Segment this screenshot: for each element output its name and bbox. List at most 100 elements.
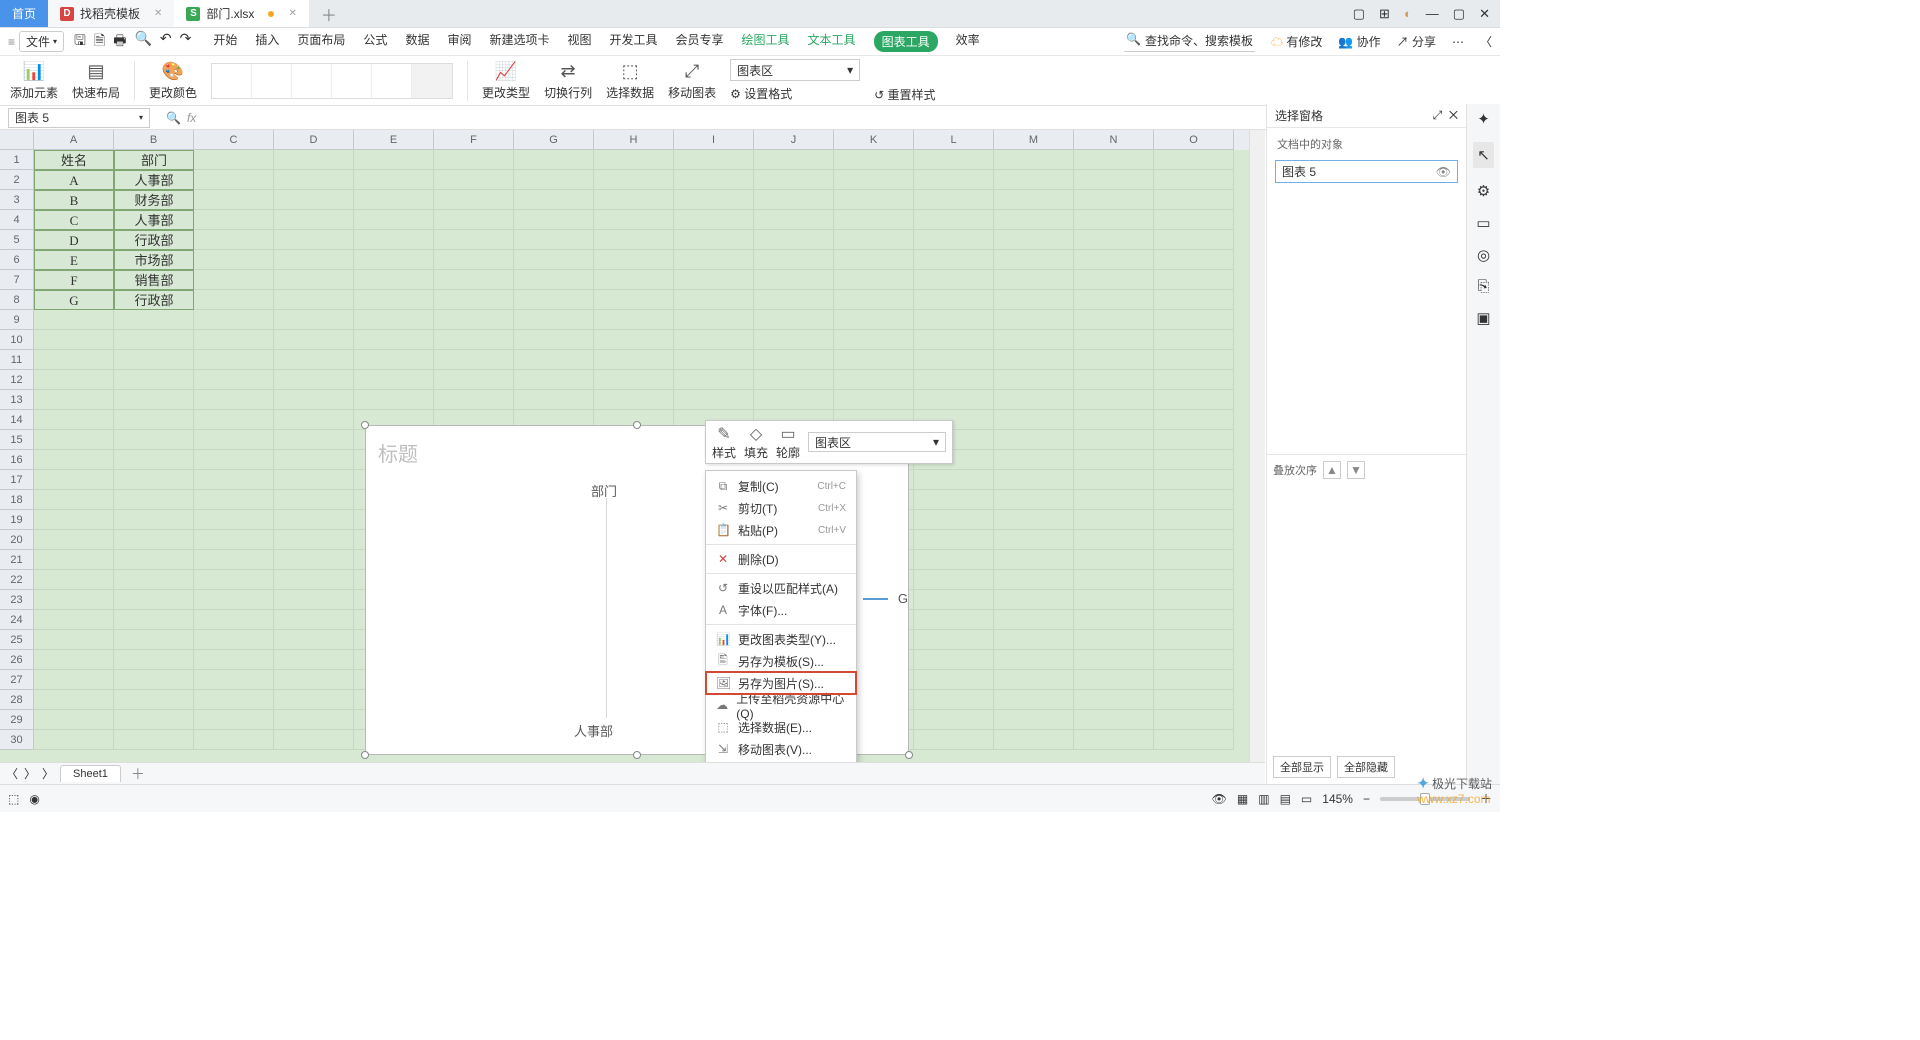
cell[interactable] bbox=[354, 310, 434, 330]
row-header[interactable]: 30 bbox=[0, 730, 34, 750]
tab-charttools[interactable]: 图表工具 bbox=[874, 31, 938, 52]
cell[interactable]: 部门 bbox=[114, 150, 194, 170]
clipboard-icon[interactable]: ▭ bbox=[1476, 214, 1490, 232]
cell[interactable] bbox=[1074, 290, 1154, 310]
cell[interactable] bbox=[1074, 450, 1154, 470]
cell[interactable] bbox=[994, 410, 1074, 430]
cell[interactable] bbox=[1074, 530, 1154, 550]
cell[interactable] bbox=[914, 590, 994, 610]
cell[interactable] bbox=[674, 330, 754, 350]
cell[interactable] bbox=[674, 250, 754, 270]
cell[interactable] bbox=[594, 170, 674, 190]
cell[interactable] bbox=[994, 530, 1074, 550]
cell[interactable] bbox=[194, 350, 274, 370]
search-input[interactable]: 🔍查找命令、搜索模板 bbox=[1124, 32, 1255, 52]
cell[interactable] bbox=[274, 490, 354, 510]
cell[interactable] bbox=[194, 610, 274, 630]
cell[interactable] bbox=[834, 210, 914, 230]
cell[interactable] bbox=[194, 710, 274, 730]
cell[interactable] bbox=[914, 470, 994, 490]
col-header[interactable]: E bbox=[354, 130, 434, 150]
cell[interactable] bbox=[354, 270, 434, 290]
cell[interactable] bbox=[114, 630, 194, 650]
cell[interactable] bbox=[34, 710, 114, 730]
cell[interactable] bbox=[914, 550, 994, 570]
menu-item[interactable]: ☁上传至稻壳资源中心(Q) bbox=[706, 694, 856, 716]
cell[interactable] bbox=[1154, 350, 1234, 370]
cell[interactable] bbox=[914, 190, 994, 210]
cell[interactable] bbox=[194, 650, 274, 670]
cell[interactable] bbox=[594, 270, 674, 290]
cell[interactable] bbox=[1154, 290, 1234, 310]
cell[interactable] bbox=[914, 570, 994, 590]
cell[interactable] bbox=[514, 210, 594, 230]
cell[interactable] bbox=[194, 290, 274, 310]
cell[interactable] bbox=[194, 590, 274, 610]
cell[interactable] bbox=[834, 370, 914, 390]
cell[interactable] bbox=[274, 350, 354, 370]
cell[interactable] bbox=[834, 170, 914, 190]
backup-icon[interactable]: ▣ bbox=[1476, 309, 1490, 327]
spreadsheet-grid[interactable]: ABCDEFGHIJKLMNO 123456789101112131415161… bbox=[0, 130, 1265, 784]
cell[interactable] bbox=[354, 350, 434, 370]
cell[interactable] bbox=[994, 450, 1074, 470]
col-header[interactable]: A bbox=[34, 130, 114, 150]
cell[interactable] bbox=[754, 290, 834, 310]
zoom-level[interactable]: 145% bbox=[1322, 792, 1353, 806]
cell[interactable] bbox=[1074, 190, 1154, 210]
cell[interactable] bbox=[1074, 550, 1154, 570]
mini-style-button[interactable]: ✎样式 bbox=[712, 424, 736, 461]
move-chart-button[interactable]: ⤢移动图表 bbox=[668, 61, 716, 101]
tab-review[interactable]: 审阅 bbox=[447, 31, 471, 52]
cell[interactable] bbox=[274, 670, 354, 690]
cell[interactable] bbox=[1074, 410, 1154, 430]
cell[interactable]: 人事部 bbox=[114, 170, 194, 190]
cell[interactable] bbox=[1154, 370, 1234, 390]
cell[interactable] bbox=[594, 150, 674, 170]
cell[interactable] bbox=[994, 350, 1074, 370]
cell[interactable] bbox=[834, 230, 914, 250]
cell[interactable] bbox=[34, 730, 114, 750]
cell[interactable] bbox=[1074, 490, 1154, 510]
cell[interactable] bbox=[594, 390, 674, 410]
cell[interactable] bbox=[114, 490, 194, 510]
cell[interactable]: D bbox=[34, 230, 114, 250]
minimize-icon[interactable]: — bbox=[1426, 6, 1439, 21]
cell[interactable] bbox=[754, 330, 834, 350]
cell[interactable] bbox=[354, 150, 434, 170]
cell[interactable] bbox=[1154, 710, 1234, 730]
resize-handle[interactable] bbox=[905, 751, 913, 759]
cell[interactable] bbox=[194, 490, 274, 510]
cell[interactable] bbox=[994, 370, 1074, 390]
cell[interactable] bbox=[274, 170, 354, 190]
cell[interactable]: 行政部 bbox=[114, 230, 194, 250]
cell[interactable] bbox=[1074, 170, 1154, 190]
print-preview-icon[interactable]: 🔍 bbox=[134, 30, 151, 54]
view-normal-icon[interactable]: ▦ bbox=[1237, 792, 1248, 806]
cell[interactable] bbox=[834, 250, 914, 270]
cell[interactable] bbox=[1154, 570, 1234, 590]
menu-item[interactable]: ↺重设以匹配样式(A) bbox=[706, 577, 856, 599]
change-color-button[interactable]: 🎨更改颜色 bbox=[149, 61, 197, 101]
save-as-icon[interactable]: 🗎 bbox=[94, 30, 105, 54]
cell[interactable] bbox=[914, 530, 994, 550]
close-icon[interactable]: ✕ bbox=[154, 8, 162, 19]
cell[interactable] bbox=[754, 250, 834, 270]
cell[interactable] bbox=[194, 530, 274, 550]
cell[interactable] bbox=[34, 490, 114, 510]
cell[interactable] bbox=[194, 570, 274, 590]
cell[interactable] bbox=[354, 190, 434, 210]
assistant-icon[interactable]: ✦ bbox=[1477, 110, 1490, 128]
cell[interactable] bbox=[914, 290, 994, 310]
tab-custom[interactable]: 新建选项卡 bbox=[489, 31, 549, 52]
grid-icon[interactable]: ⊞ bbox=[1379, 6, 1390, 22]
cell[interactable] bbox=[194, 170, 274, 190]
cell[interactable] bbox=[194, 510, 274, 530]
row-header[interactable]: 1 bbox=[0, 150, 34, 170]
cell[interactable] bbox=[1074, 570, 1154, 590]
cell[interactable] bbox=[274, 570, 354, 590]
maximize-icon[interactable]: ▢ bbox=[1453, 6, 1465, 22]
row-header[interactable]: 10 bbox=[0, 330, 34, 350]
cell[interactable] bbox=[114, 390, 194, 410]
cell[interactable] bbox=[194, 630, 274, 650]
